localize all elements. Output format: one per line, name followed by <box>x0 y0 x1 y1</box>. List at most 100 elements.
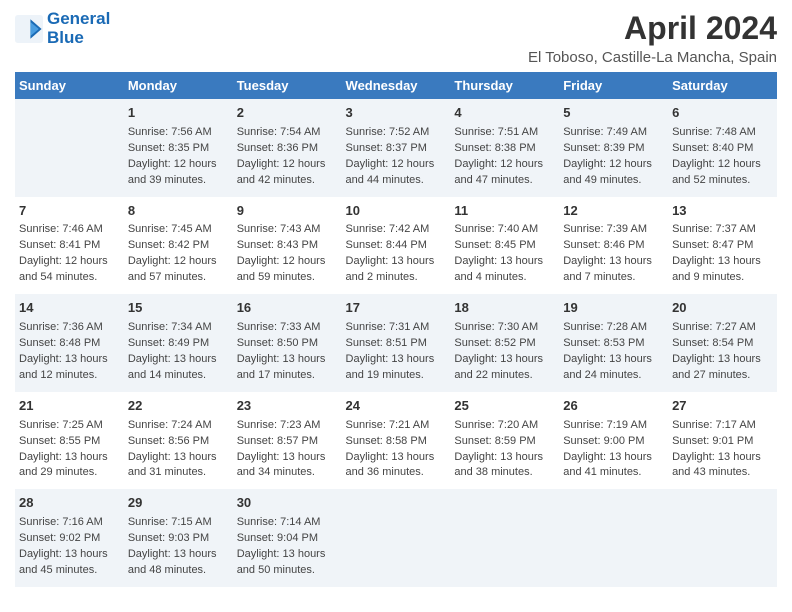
calendar-cell <box>559 489 668 587</box>
header-friday: Friday <box>559 72 668 99</box>
day-number: 12 <box>563 202 664 221</box>
calendar-cell: 27 Sunrise: 7:17 AM Sunset: 9:01 PM Dayli… <box>668 392 777 490</box>
day-number: 6 <box>672 104 773 123</box>
calendar-cell: 2 Sunrise: 7:54 AM Sunset: 8:36 PM Daylig… <box>233 99 342 197</box>
title-block: April 2024 El Toboso, Castille-La Mancha… <box>528 10 777 66</box>
calendar-title: April 2024 <box>528 10 777 47</box>
cell-info: Sunrise: 7:52 AM Sunset: 8:37 PM Dayligh… <box>346 125 447 189</box>
day-number: 16 <box>237 299 338 318</box>
calendar-cell <box>668 489 777 587</box>
calendar-cell: 3 Sunrise: 7:52 AM Sunset: 8:37 PM Daylig… <box>342 99 451 197</box>
header-wednesday: Wednesday <box>342 72 451 99</box>
day-number: 30 <box>237 494 338 513</box>
calendar-cell: 25Sunrise: 7:20 AM Sunset: 8:59 PM Dayli… <box>450 392 559 490</box>
cell-info: Sunrise: 7:30 AM Sunset: 8:52 PM Dayligh… <box>454 320 555 384</box>
day-number: 8 <box>128 202 229 221</box>
cell-info: Sunrise: 7:43 AM Sunset: 8:43 PM Dayligh… <box>237 222 338 286</box>
calendar-cell: 26Sunrise: 7:19 AM Sunset: 9:00 PM Dayli… <box>559 392 668 490</box>
cell-info: Sunrise: 7:51 AM Sunset: 8:38 PM Dayligh… <box>454 125 555 189</box>
day-number: 17 <box>346 299 447 318</box>
header-monday: Monday <box>124 72 233 99</box>
calendar-cell: 8Sunrise: 7:45 AM Sunset: 8:42 PM Daylig… <box>124 197 233 295</box>
header-row: Sunday Monday Tuesday Wednesday Thursday… <box>15 72 777 99</box>
calendar-cell: 9Sunrise: 7:43 AM Sunset: 8:43 PM Daylig… <box>233 197 342 295</box>
cell-info: Sunrise: 7:23 AM Sunset: 8:57 PM Dayligh… <box>237 418 338 482</box>
day-number: 19 <box>563 299 664 318</box>
cell-info: Sunrise: 7:15 AM Sunset: 9:03 PM Dayligh… <box>128 515 229 579</box>
day-number: 23 <box>237 397 338 416</box>
calendar-cell <box>15 99 124 197</box>
header-tuesday: Tuesday <box>233 72 342 99</box>
day-number: 13 <box>672 202 773 221</box>
calendar-cell: 1 Sunrise: 7:56 AM Sunset: 8:35 PM Daylig… <box>124 99 233 197</box>
calendar-cell: 28Sunrise: 7:16 AM Sunset: 9:02 PM Dayli… <box>15 489 124 587</box>
day-number: 3 <box>346 104 447 123</box>
cell-info: Sunrise: 7:42 AM Sunset: 8:44 PM Dayligh… <box>346 222 447 286</box>
calendar-cell: 16 Sunrise: 7:33 AM Sunset: 8:50 PM Dayli… <box>233 294 342 392</box>
cell-info: Sunrise: 7:56 AM Sunset: 8:35 PM Dayligh… <box>128 125 229 189</box>
cell-info: Sunrise: 7:14 AM Sunset: 9:04 PM Dayligh… <box>237 515 338 579</box>
day-number: 28 <box>19 494 120 513</box>
calendar-cell <box>342 489 451 587</box>
day-number: 20 <box>672 299 773 318</box>
calendar-cell: 10Sunrise: 7:42 AM Sunset: 8:44 PM Dayli… <box>342 197 451 295</box>
calendar-body: 1 Sunrise: 7:56 AM Sunset: 8:35 PM Daylig… <box>15 99 777 587</box>
calendar-cell: 7Sunrise: 7:46 AM Sunset: 8:41 PM Daylig… <box>15 197 124 295</box>
day-number: 18 <box>454 299 555 318</box>
calendar-cell: 29Sunrise: 7:15 AM Sunset: 9:03 PM Dayli… <box>124 489 233 587</box>
calendar-week-3: 14 Sunrise: 7:36 AM Sunset: 8:48 PM Dayli… <box>15 294 777 392</box>
cell-info: Sunrise: 7:24 AM Sunset: 8:56 PM Dayligh… <box>128 418 229 482</box>
day-number: 21 <box>19 397 120 416</box>
day-number: 14 <box>19 299 120 318</box>
day-number: 15 <box>128 299 229 318</box>
calendar-week-5: 28Sunrise: 7:16 AM Sunset: 9:02 PM Dayli… <box>15 489 777 587</box>
calendar-cell: 15 Sunrise: 7:34 AM Sunset: 8:49 PM Dayli… <box>124 294 233 392</box>
calendar-cell: 30 Sunrise: 7:14 AM Sunset: 9:04 PM Dayli… <box>233 489 342 587</box>
cell-info: Sunrise: 7:34 AM Sunset: 8:49 PM Dayligh… <box>128 320 229 384</box>
cell-info: Sunrise: 7:39 AM Sunset: 8:46 PM Dayligh… <box>563 222 664 286</box>
cell-info: Sunrise: 7:21 AM Sunset: 8:58 PM Dayligh… <box>346 418 447 482</box>
cell-info: Sunrise: 7:46 AM Sunset: 8:41 PM Dayligh… <box>19 222 120 286</box>
page-header: General Blue April 2024 El Toboso, Casti… <box>15 10 777 66</box>
calendar-subtitle: El Toboso, Castille-La Mancha, Spain <box>528 49 777 66</box>
day-number: 24 <box>346 397 447 416</box>
calendar-cell: 12Sunrise: 7:39 AM Sunset: 8:46 PM Dayli… <box>559 197 668 295</box>
logo-icon <box>15 15 43 43</box>
calendar-cell <box>450 489 559 587</box>
calendar-cell: 24 Sunrise: 7:21 AM Sunset: 8:58 PM Dayli… <box>342 392 451 490</box>
cell-info: Sunrise: 7:25 AM Sunset: 8:55 PM Dayligh… <box>19 418 120 482</box>
cell-info: Sunrise: 7:20 AM Sunset: 8:59 PM Dayligh… <box>454 418 555 482</box>
cell-info: Sunrise: 7:33 AM Sunset: 8:50 PM Dayligh… <box>237 320 338 384</box>
calendar-cell: 20 Sunrise: 7:27 AM Sunset: 8:54 PM Dayli… <box>668 294 777 392</box>
cell-info: Sunrise: 7:36 AM Sunset: 8:48 PM Dayligh… <box>19 320 120 384</box>
header-sunday: Sunday <box>15 72 124 99</box>
cell-info: Sunrise: 7:27 AM Sunset: 8:54 PM Dayligh… <box>672 320 773 384</box>
logo: General Blue <box>15 10 110 47</box>
day-number: 27 <box>672 397 773 416</box>
day-number: 1 <box>128 104 229 123</box>
cell-info: Sunrise: 7:48 AM Sunset: 8:40 PM Dayligh… <box>672 125 773 189</box>
calendar-header: Sunday Monday Tuesday Wednesday Thursday… <box>15 72 777 99</box>
calendar-cell: 4Sunrise: 7:51 AM Sunset: 8:38 PM Daylig… <box>450 99 559 197</box>
cell-info: Sunrise: 7:19 AM Sunset: 9:00 PM Dayligh… <box>563 418 664 482</box>
cell-info: Sunrise: 7:28 AM Sunset: 8:53 PM Dayligh… <box>563 320 664 384</box>
cell-info: Sunrise: 7:17 AM Sunset: 9:01 PM Dayligh… <box>672 418 773 482</box>
logo-text: General Blue <box>47 10 110 47</box>
calendar-cell: 17Sunrise: 7:31 AM Sunset: 8:51 PM Dayli… <box>342 294 451 392</box>
day-number: 22 <box>128 397 229 416</box>
cell-info: Sunrise: 7:37 AM Sunset: 8:47 PM Dayligh… <box>672 222 773 286</box>
calendar-cell: 6 Sunrise: 7:48 AM Sunset: 8:40 PM Daylig… <box>668 99 777 197</box>
calendar-cell: 14 Sunrise: 7:36 AM Sunset: 8:48 PM Dayli… <box>15 294 124 392</box>
calendar-cell: 5 Sunrise: 7:49 AM Sunset: 8:39 PM Daylig… <box>559 99 668 197</box>
day-number: 11 <box>454 202 555 221</box>
cell-info: Sunrise: 7:54 AM Sunset: 8:36 PM Dayligh… <box>237 125 338 189</box>
header-saturday: Saturday <box>668 72 777 99</box>
calendar-cell: 21 Sunrise: 7:25 AM Sunset: 8:55 PM Dayli… <box>15 392 124 490</box>
calendar-cell: 19 Sunrise: 7:28 AM Sunset: 8:53 PM Dayli… <box>559 294 668 392</box>
day-number: 5 <box>563 104 664 123</box>
cell-info: Sunrise: 7:49 AM Sunset: 8:39 PM Dayligh… <box>563 125 664 189</box>
day-number: 2 <box>237 104 338 123</box>
calendar-table: Sunday Monday Tuesday Wednesday Thursday… <box>15 72 777 587</box>
calendar-week-1: 1 Sunrise: 7:56 AM Sunset: 8:35 PM Daylig… <box>15 99 777 197</box>
calendar-cell: 11Sunrise: 7:40 AM Sunset: 8:45 PM Dayli… <box>450 197 559 295</box>
